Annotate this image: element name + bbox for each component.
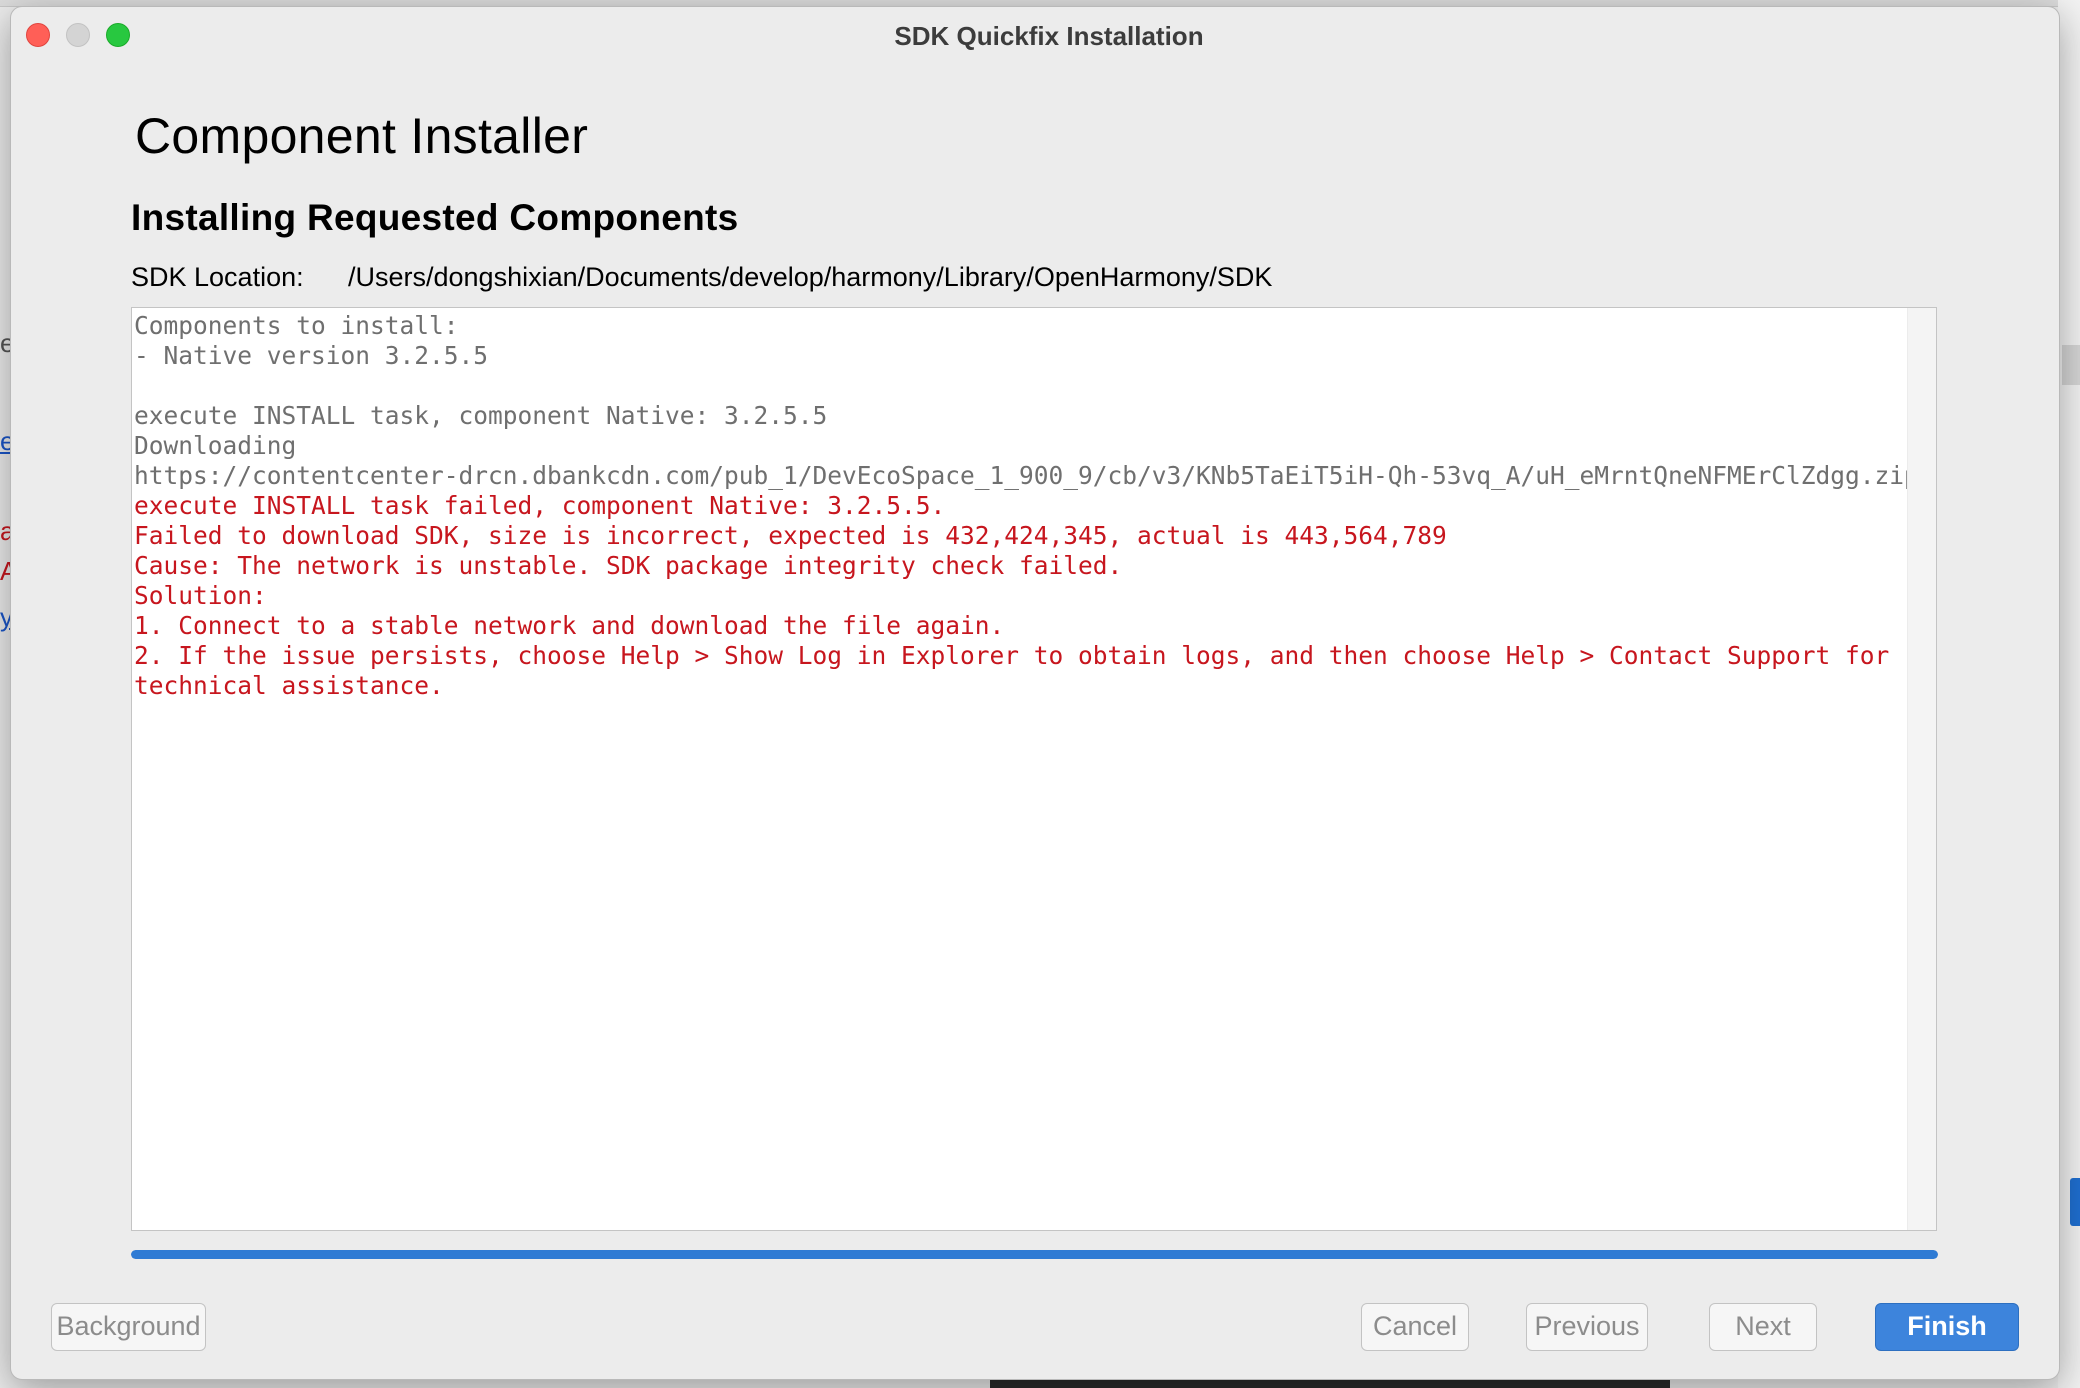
log-scrollbar[interactable] [1907, 308, 1936, 1230]
page-title: Component Installer [135, 108, 589, 164]
title-bar: SDK Quickfix Installation [11, 7, 2059, 63]
log-line-error: technical assistance. [134, 671, 444, 700]
log-line-error: 2. If the issue persists, choose Help > … [134, 641, 1890, 670]
log-line-error: Failed to download SDK, size is incorrec… [134, 521, 1447, 550]
log-line-error: Solution: [134, 581, 267, 610]
log-line: execute INSTALL task, component Native: … [134, 401, 828, 430]
sdk-quickfix-dialog: SDK Quickfix Installation Component Inst… [10, 6, 2060, 1380]
progress-fill [131, 1250, 1938, 1259]
install-log-output[interactable]: Components to install: - Native version 3… [131, 307, 1937, 1231]
background-scrollbar-thumb [2062, 345, 2080, 385]
background-blue-tab [2070, 1178, 2080, 1226]
background-dark-bar [990, 1380, 1670, 1388]
log-line: Downloading [134, 431, 297, 460]
log-line: https://contentcenter-drcn.dbankcdn.com/… [134, 461, 1919, 490]
cancel-button[interactable]: Cancel [1361, 1303, 1469, 1351]
sdk-location-row: SDK Location: /Users/dongshixian/Document… [131, 262, 1272, 293]
sdk-location-label: SDK Location: [131, 262, 304, 292]
log-line-error: 1. Connect to a stable network and downl… [134, 611, 1005, 640]
previous-button[interactable]: Previous [1526, 1303, 1648, 1351]
section-title: Installing Requested Components [131, 197, 739, 238]
next-button[interactable]: Next [1709, 1303, 1817, 1351]
sdk-location-value: /Users/dongshixian/Documents/develop/har… [348, 262, 1273, 292]
finish-button[interactable]: Finish [1875, 1303, 2019, 1351]
background-button[interactable]: Background [51, 1303, 206, 1351]
log-line: - Native version 3.2.5.5 [134, 341, 489, 370]
log-line-error: execute INSTALL task failed, component N… [134, 491, 946, 520]
install-progress-bar [131, 1250, 1938, 1259]
log-line: Components to install: [134, 311, 459, 340]
log-line-error: Cause: The network is unstable. SDK pack… [134, 551, 1123, 580]
log-content: Components to install: - Native version 3… [134, 311, 1919, 701]
window-title: SDK Quickfix Installation [894, 21, 1204, 51]
